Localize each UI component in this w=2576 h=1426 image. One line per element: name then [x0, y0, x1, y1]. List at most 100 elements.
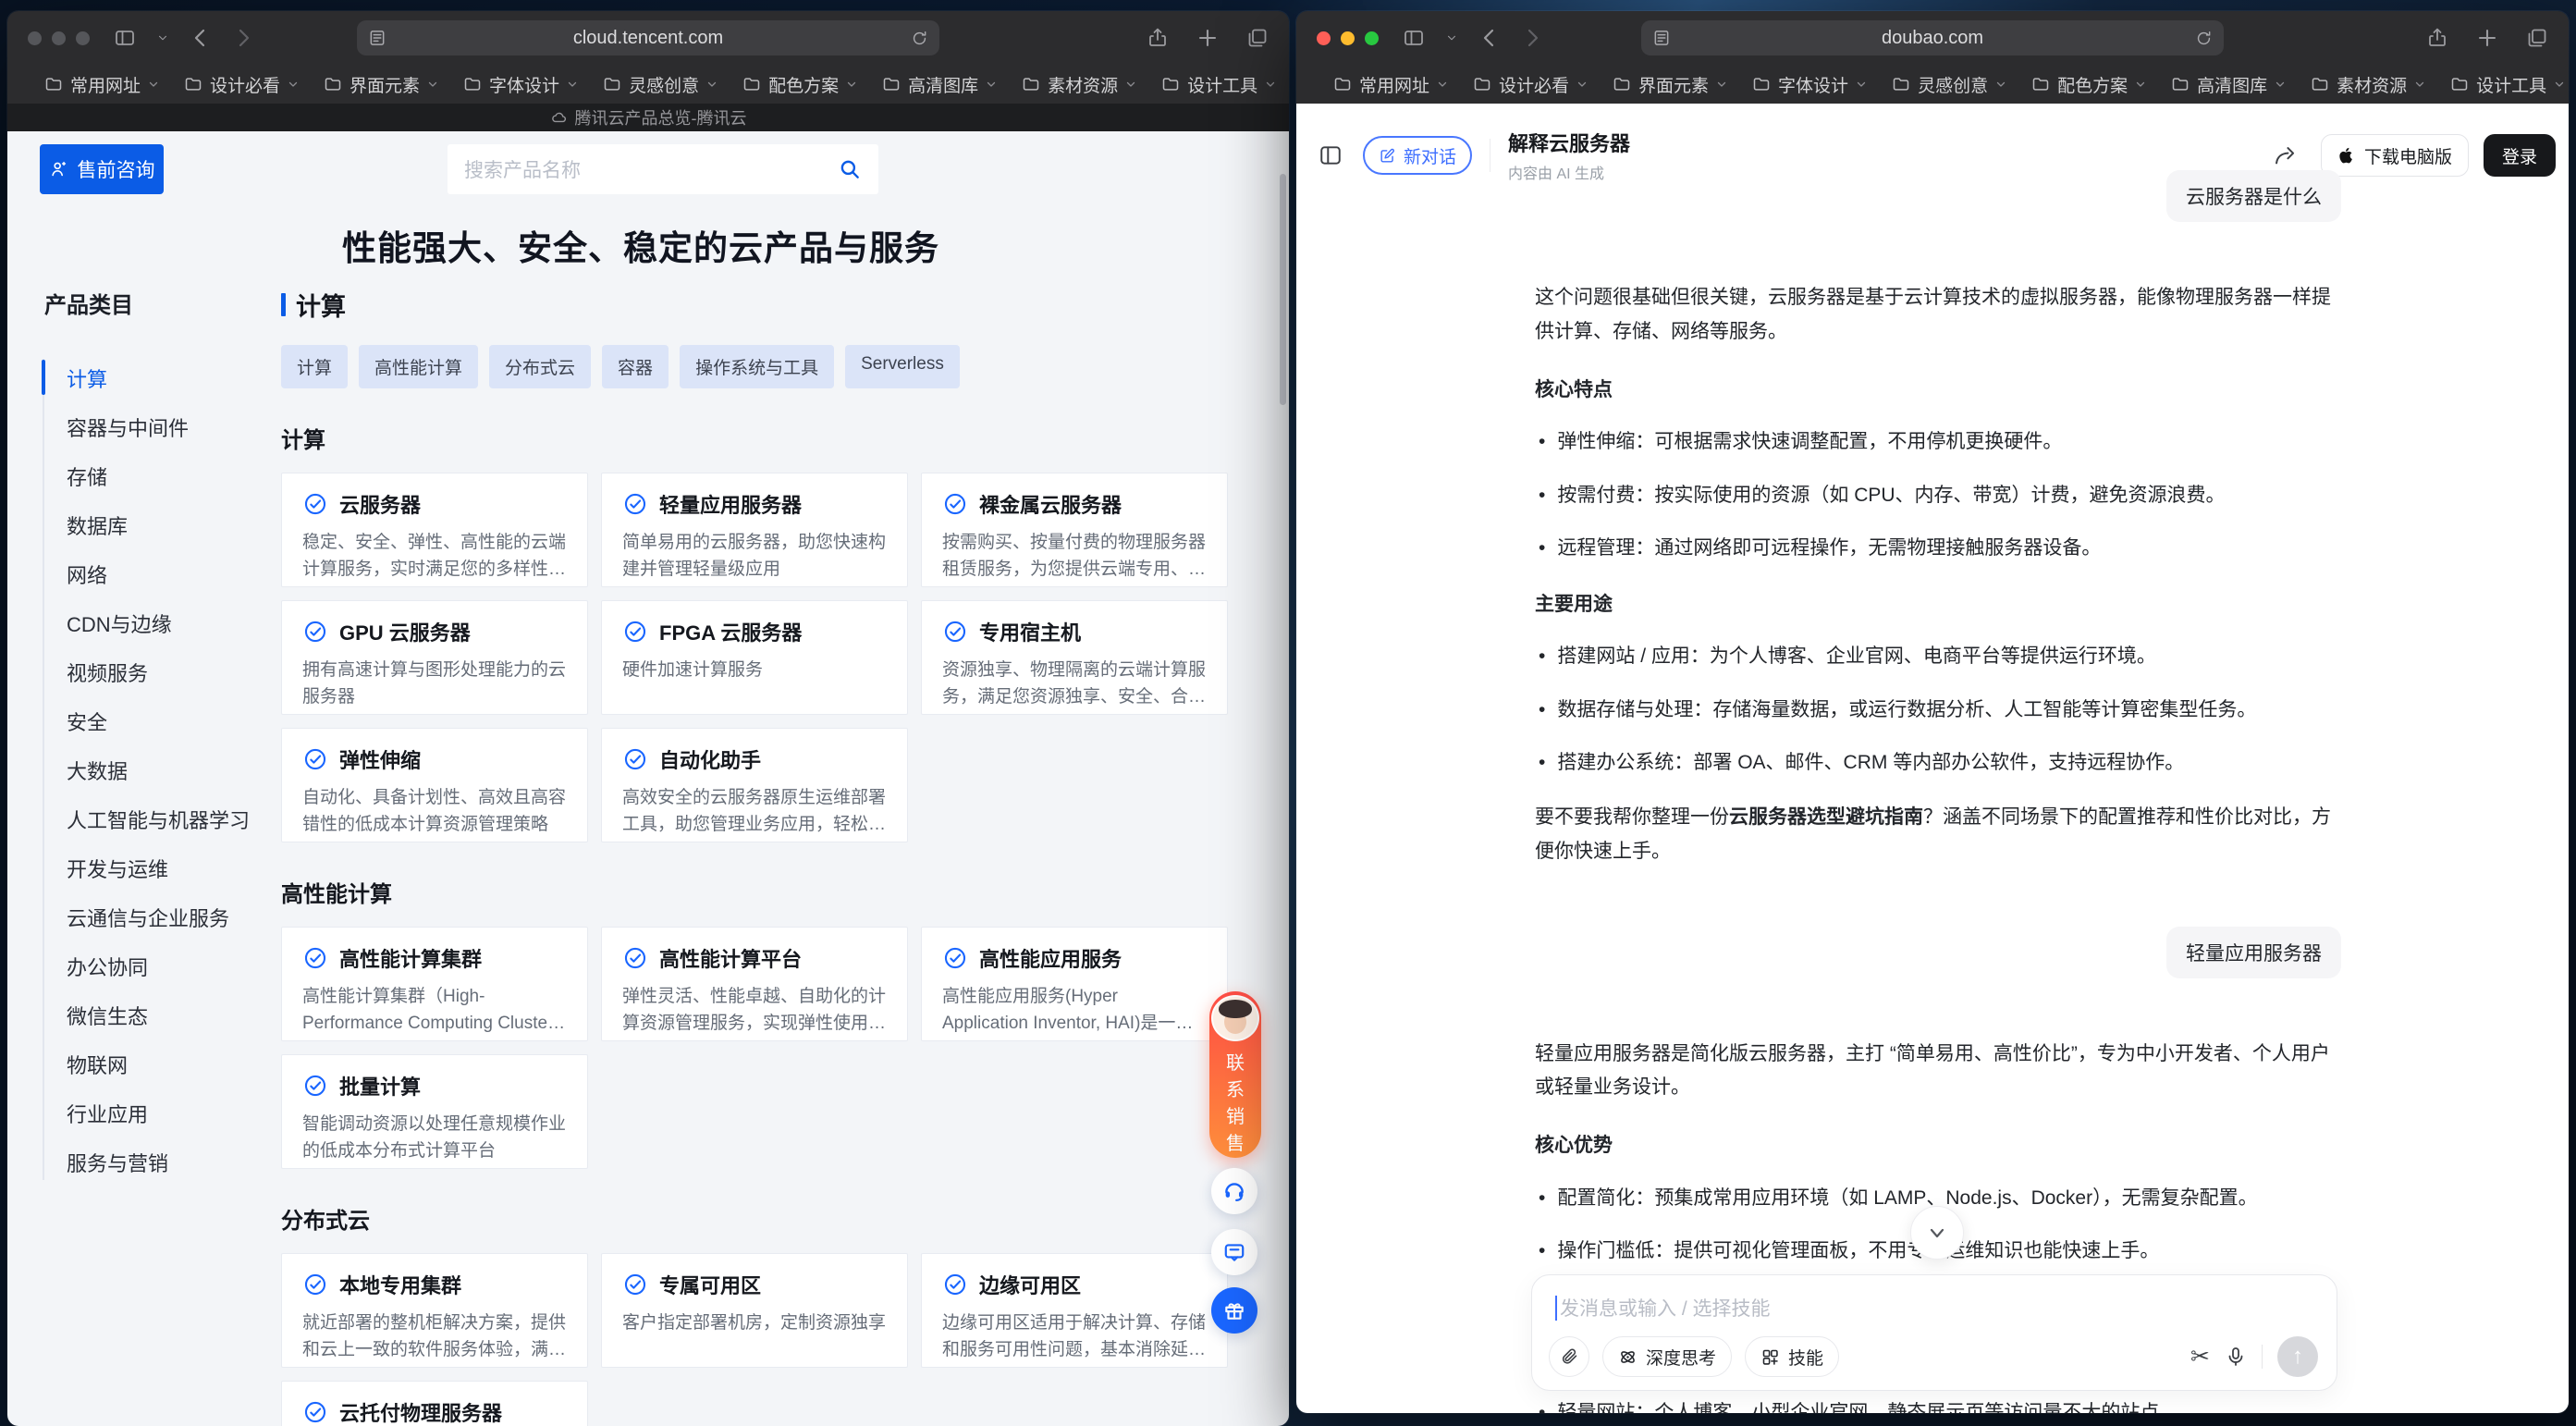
window-controls[interactable]	[28, 31, 90, 45]
tab-title-strip[interactable]: 腾讯云产品总览-腾讯云	[7, 104, 1289, 131]
sidebar-item[interactable]: 容器与中间件	[43, 402, 274, 451]
bookmark-folder[interactable]: 高清图库	[882, 72, 997, 97]
filter-chip[interactable]: 计算	[281, 345, 348, 388]
sidebar-item[interactable]: 网络	[43, 549, 274, 598]
sidebar-item[interactable]: 物联网	[43, 1039, 274, 1088]
bookmark-folder[interactable]: 设计必看	[184, 72, 299, 97]
sidebar-item[interactable]: 微信生态	[43, 990, 274, 1039]
bookmark-folder[interactable]: 高清图库	[2171, 72, 2286, 97]
download-desktop-button[interactable]: 下载电脑版	[2321, 134, 2469, 177]
chat-sidebar-toggle-icon[interactable]	[1319, 143, 1343, 167]
bookmark-folder[interactable]: 界面元素	[1613, 72, 1727, 97]
tab-group-chevron-icon[interactable]	[156, 27, 169, 49]
forward-button[interactable]	[232, 27, 254, 49]
bookmark-folder[interactable]: 常用网址	[1333, 72, 1448, 97]
forward-button[interactable]	[1521, 27, 1543, 49]
new-tab-icon[interactable]	[2476, 27, 2498, 49]
new-tab-icon[interactable]	[1196, 27, 1219, 49]
filter-chip[interactable]: 分布式云	[489, 345, 591, 388]
scroll-to-bottom-button[interactable]	[1910, 1206, 1964, 1260]
sidebar-item[interactable]: 大数据	[43, 745, 274, 794]
product-card[interactable]: 弹性伸缩自动化、具备计划性、高效且高容错性的低成本计算资源管理策略	[281, 728, 588, 842]
user-message-bubble[interactable]: 云服务器是什么	[2166, 170, 2341, 222]
close-window-button[interactable]	[1317, 31, 1331, 45]
product-card[interactable]: 云服务器稳定、安全、弹性、高性能的云端计算服务，实时满足您的多样性业务需求	[281, 473, 588, 587]
sidebar-item[interactable]: 办公协同	[43, 941, 274, 990]
customer-service-button[interactable]	[1211, 1168, 1257, 1214]
product-card[interactable]: 云托付物理服务器托付至云上的自有物理服务器，快速获取云上服...	[281, 1381, 588, 1426]
bookmark-folder[interactable]: 配色方案	[2031, 72, 2146, 97]
sidebar-item[interactable]: 行业应用	[43, 1088, 274, 1137]
zoom-window-button[interactable]	[76, 31, 90, 45]
zoom-window-button[interactable]	[1365, 31, 1379, 45]
tab-overview-icon[interactable]	[2526, 27, 2548, 49]
product-card[interactable]: 边缘可用区边缘可用区适用于解决计算、存储和服务可用性问题，基本消除延迟问题，在更…	[921, 1253, 1228, 1368]
reload-icon[interactable]	[2195, 30, 2213, 47]
sidebar-item[interactable]: CDN与边缘	[43, 598, 274, 647]
bookmark-folder[interactable]: 素材资源	[1022, 72, 1136, 97]
bookmark-folder[interactable]: 常用网址	[44, 72, 159, 97]
share-conversation-icon[interactable]	[2272, 143, 2297, 168]
bookmark-folder[interactable]: 设计必看	[1473, 72, 1588, 97]
microphone-icon[interactable]	[2225, 1346, 2247, 1368]
share-icon[interactable]	[1147, 27, 1169, 49]
product-card[interactable]: 高性能计算平台弹性灵活、性能卓越、自助化的计算资源管理服务，实现弹性使用云上高性…	[601, 927, 908, 1041]
back-button[interactable]	[1478, 27, 1501, 49]
feedback-chat-button[interactable]	[1211, 1229, 1257, 1275]
sidebar-item[interactable]: 开发与运维	[43, 843, 274, 892]
bookmark-folder[interactable]: 灵感创意	[603, 72, 718, 97]
tab-group-chevron-icon[interactable]	[1445, 27, 1458, 49]
sidebar-item[interactable]: 云通信与企业服务	[43, 892, 274, 941]
promotions-button[interactable]	[1211, 1287, 1257, 1334]
search-icon[interactable]	[838, 157, 862, 181]
new-chat-button[interactable]: 新对话	[1363, 136, 1472, 175]
sidebar-item[interactable]: 计算	[43, 353, 274, 402]
address-bar[interactable]: cloud.tencent.com	[357, 20, 939, 55]
chat-input-box[interactable]: 发消息或输入 / 选择技能 深度思考 技能 ✂	[1531, 1274, 2337, 1391]
product-card[interactable]: 高性能应用服务高性能应用服务(Hyper Application Invento…	[921, 927, 1228, 1041]
bookmark-folder[interactable]: 字体设计	[1752, 72, 1867, 97]
share-icon[interactable]	[2426, 27, 2448, 49]
sidebar-item[interactable]: 数据库	[43, 500, 274, 549]
window-controls[interactable]	[1317, 31, 1379, 45]
user-message-bubble[interactable]: 轻量应用服务器	[2166, 927, 2341, 978]
scrollbar-thumb[interactable]	[1280, 174, 1286, 405]
contact-sales-widget[interactable]: 联系销售	[1209, 991, 1261, 1158]
sidebar-item[interactable]: 安全	[43, 696, 274, 745]
presales-consult-button[interactable]: 售前咨询	[40, 144, 164, 194]
product-card[interactable]: 批量计算智能调动资源以处理任意规模作业的低成本分布式计算平台	[281, 1054, 588, 1169]
send-button[interactable]: ↑	[2277, 1336, 2318, 1377]
sidebar-item[interactable]: 存储	[43, 451, 274, 500]
address-bar[interactable]: doubao.com	[1641, 20, 2224, 55]
filter-chip[interactable]: 容器	[602, 345, 669, 388]
sidebar-toggle-icon[interactable]	[1403, 27, 1425, 49]
page-format-icon[interactable]	[368, 29, 386, 47]
page-format-icon[interactable]	[1652, 29, 1671, 47]
sidebar-item[interactable]: 人工智能与机器学习	[43, 794, 274, 843]
product-card[interactable]: 专用宿主机资源独享、物理隔离的云端计算服务，满足您资源独享、安全、合规的需求	[921, 600, 1228, 715]
product-card[interactable]: 轻量应用服务器简单易用的云服务器，助您快速构建并管理轻量级应用	[601, 473, 908, 587]
bookmark-folder[interactable]: 灵感创意	[1892, 72, 2006, 97]
sidebar-toggle-icon[interactable]	[114, 27, 136, 49]
skills-button[interactable]: 技能	[1745, 1336, 1839, 1377]
bookmark-folder[interactable]: 配色方案	[742, 72, 857, 97]
product-search-input[interactable]: 搜索产品名称	[448, 144, 878, 194]
product-card[interactable]: GPU 云服务器拥有高速计算与图形处理能力的云服务器	[281, 600, 588, 715]
filter-chip[interactable]: Serverless	[845, 345, 960, 388]
screenshot-scissors-icon[interactable]: ✂	[2190, 1343, 2210, 1371]
product-card[interactable]: 专属可用区客户指定部署机房，定制资源独享	[601, 1253, 908, 1368]
bookmark-folder[interactable]: 设计工具	[2450, 72, 2565, 97]
minimize-window-button[interactable]	[1341, 31, 1355, 45]
product-card[interactable]: 裸金属云服务器按需购买、按量付费的物理服务器租赁服务，为您提供云端专用、安全隔离…	[921, 473, 1228, 587]
product-card[interactable]: 高性能计算集群高性能计算集群（High-Performance Computin…	[281, 927, 588, 1041]
product-card[interactable]: 本地专用集群就近部署的整机柜解决方案，提供和云上一致的软件服务体验，满足低延时本…	[281, 1253, 588, 1368]
bookmark-folder[interactable]: 界面元素	[324, 72, 438, 97]
product-card[interactable]: FPGA 云服务器硬件加速计算服务	[601, 600, 908, 715]
attach-file-button[interactable]	[1549, 1336, 1589, 1377]
minimize-window-button[interactable]	[52, 31, 66, 45]
filter-chip[interactable]: 高性能计算	[359, 345, 478, 388]
login-button[interactable]: 登录	[2484, 134, 2556, 177]
close-window-button[interactable]	[28, 31, 42, 45]
bookmark-folder[interactable]: 设计工具	[1161, 72, 1276, 97]
bookmark-folder[interactable]: 素材资源	[2311, 72, 2425, 97]
